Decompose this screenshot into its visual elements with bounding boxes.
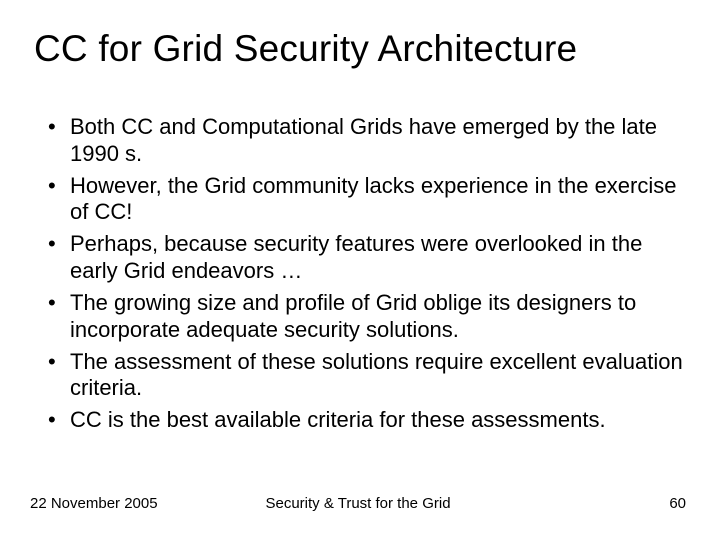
list-item: Both CC and Computational Grids have eme… xyxy=(44,114,686,168)
list-item: Perhaps, because security features were … xyxy=(44,231,686,285)
footer: 22 November 2005 Security & Trust for th… xyxy=(30,495,686,512)
bullet-list: Both CC and Computational Grids have eme… xyxy=(34,114,686,434)
list-item: CC is the best available criteria for th… xyxy=(44,407,686,434)
slide: CC for Grid Security Architecture Both C… xyxy=(0,0,720,540)
list-item: The growing size and profile of Grid obl… xyxy=(44,290,686,344)
footer-date: 22 November 2005 xyxy=(30,495,158,512)
slide-title: CC for Grid Security Architecture xyxy=(34,28,686,70)
footer-page: 60 xyxy=(669,495,686,512)
list-item: The assessment of these solutions requir… xyxy=(44,349,686,403)
footer-center: Security & Trust for the Grid xyxy=(265,495,450,512)
list-item: However, the Grid community lacks experi… xyxy=(44,173,686,227)
